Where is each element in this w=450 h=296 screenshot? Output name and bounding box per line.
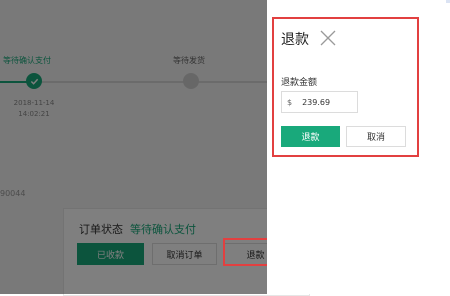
refund-drawer-highlight [272, 17, 419, 157]
drawer-scroll-mark [446, 0, 450, 3]
